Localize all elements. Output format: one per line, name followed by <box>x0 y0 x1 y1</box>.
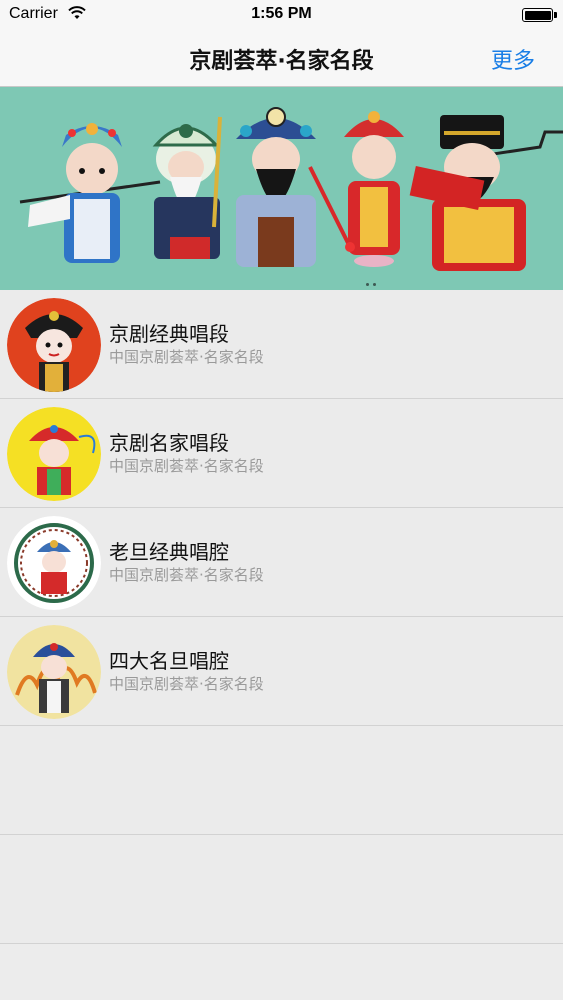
item-subtitle: 中国京剧荟萃·名家名段 <box>109 675 264 693</box>
character-3-figure <box>212 107 316 267</box>
character-2-figure <box>152 124 220 259</box>
item-title: 老旦经典唱腔 <box>109 540 229 564</box>
page-title: 京剧荟萃·名家名段 <box>189 49 374 74</box>
list-item[interactable]: 京剧名家唱段 中国京剧荟萃·名家名段 <box>0 399 563 508</box>
item-subtitle: 中国京剧荟萃·名家名段 <box>109 457 264 475</box>
character-1-figure <box>28 123 122 263</box>
banner-page-indicator <box>366 283 376 286</box>
item-title: 京剧名家唱段 <box>109 431 229 455</box>
item-thumbnail <box>7 625 101 719</box>
banner-carousel[interactable] <box>0 87 563 290</box>
empty-row <box>0 835 563 944</box>
list-item[interactable]: 四大名旦唱腔 中国京剧荟萃·名家名段 <box>0 617 563 726</box>
page-dot-1 <box>366 283 369 286</box>
category-list: 京剧经典唱段 中国京剧荟萃·名家名段 京剧名家唱段 中国京剧荟萃·名家名段 老旦… <box>0 290 563 944</box>
item-title: 京剧经典唱段 <box>109 322 229 346</box>
item-thumbnail <box>7 298 101 392</box>
item-title: 四大名旦唱腔 <box>109 649 229 673</box>
item-thumbnail <box>7 407 101 501</box>
item-thumbnail <box>7 516 101 610</box>
status-bar: Carrier 1:56 PM <box>0 0 563 30</box>
item-subtitle: 中国京剧荟萃·名家名段 <box>109 348 264 366</box>
list-item[interactable]: 京剧经典唱段 中国京剧荟萃·名家名段 <box>0 290 563 399</box>
navigation-bar: 京剧荟萃·名家名段 更多 <box>0 30 563 87</box>
page-dot-2 <box>373 283 376 286</box>
character-4-figure <box>308 111 404 267</box>
item-subtitle: 中国京剧荟萃·名家名段 <box>109 566 264 584</box>
more-button[interactable]: 更多 <box>491 43 535 75</box>
empty-row <box>0 726 563 835</box>
status-time: 1:56 PM <box>251 5 312 22</box>
character-5-figure <box>409 115 526 271</box>
battery-full-icon <box>522 8 557 22</box>
opera-characters-illustration <box>19 107 563 271</box>
list-item[interactable]: 老旦经典唱腔 中国京剧荟萃·名家名段 <box>0 508 563 617</box>
